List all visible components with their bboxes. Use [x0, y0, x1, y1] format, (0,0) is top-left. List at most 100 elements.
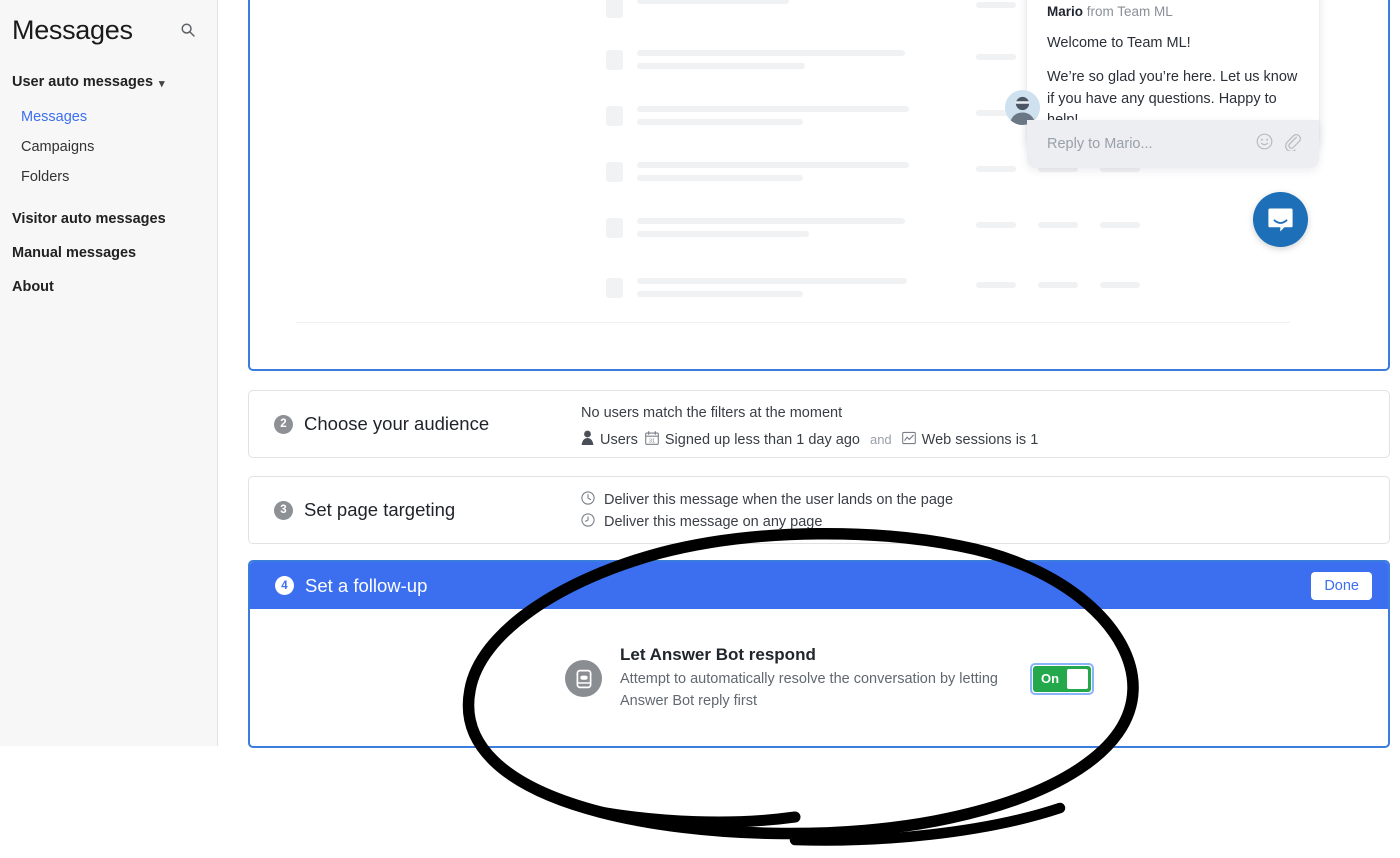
option-description: Attempt to automatically resolve the con…	[620, 671, 998, 709]
mock-meta-cell	[976, 54, 1016, 60]
emoji-smiley-icon[interactable]	[1256, 133, 1273, 155]
step-choose-your-audience[interactable]: 2 Choose your audience No users match th…	[248, 390, 1390, 458]
mock-divider	[296, 322, 1290, 323]
filter-web-sessions[interactable]: Web sessions is 1	[901, 431, 1039, 449]
sidebar-item-label: Campaigns	[21, 139, 95, 156]
mock-line	[637, 0, 789, 4]
search-icon[interactable]	[177, 19, 199, 41]
step-body: Deliver this message when the user lands…	[581, 477, 1389, 535]
mock-avatar	[606, 218, 623, 238]
step-title: Choose your audience	[304, 413, 490, 434]
message-sender-name: Mario	[1047, 4, 1084, 19]
sidebar-item-label: Messages	[21, 109, 88, 126]
message-sender-team: from Team ML	[1083, 4, 1173, 19]
step-row: 3 Set page targeting Deliver this messag…	[249, 477, 1389, 543]
filter-label: Signed up less than 1 day ago	[664, 431, 860, 448]
mock-line	[637, 218, 905, 224]
intercom-chat-launcher-icon[interactable]	[1253, 192, 1308, 247]
composer-icons	[1256, 133, 1301, 156]
step-set-a-follow-up: 4 Set a follow-up Done Let Answer Bot re…	[248, 560, 1390, 748]
mock-line	[637, 162, 909, 168]
clock-alt-icon	[581, 513, 595, 531]
chevron-down-icon: ▾	[159, 77, 165, 90]
mock-line	[637, 278, 907, 284]
mock-line	[637, 291, 803, 297]
answer-bot-icon	[565, 660, 602, 697]
step-label: 2 Choose your audience	[249, 391, 581, 457]
mock-line	[637, 119, 803, 125]
mock-line	[637, 106, 909, 112]
filter-label: Users	[600, 431, 638, 448]
sidebar-item-campaigns[interactable]: Campaigns	[0, 132, 217, 162]
mock-avatar	[606, 0, 623, 18]
sidebar-item-manual-messages[interactable]: Manual messages	[0, 236, 217, 270]
step-label: 3 Set page targeting	[249, 477, 581, 543]
message-paragraph: Welcome to Team ML!	[1047, 35, 1191, 51]
mock-meta-cell	[1038, 282, 1078, 288]
done-button[interactable]: Done	[1311, 571, 1372, 600]
mock-avatar	[606, 162, 623, 182]
mock-meta-cell	[1100, 282, 1140, 288]
calendar-icon: 31	[645, 430, 659, 449]
filter-signup-date[interactable]: 31 Signed up less than 1 day ago	[645, 430, 860, 449]
sidebar-item-label: Folders	[21, 169, 70, 186]
filter-conjunction: and	[869, 432, 892, 447]
sidebar-item-label: Visitor auto messages	[12, 211, 166, 228]
mock-line	[637, 175, 803, 181]
sidebar-group-user-auto-messages[interactable]: User auto messages ▾	[0, 68, 217, 96]
sidebar-item-visitor-auto-messages[interactable]: Visitor auto messages	[0, 202, 217, 236]
sidebar-subnav: Messages Campaigns Folders	[0, 102, 217, 192]
mock-meta-cell	[1100, 222, 1140, 228]
chart-icon	[901, 431, 916, 449]
mock-meta-cell	[976, 282, 1016, 288]
status-badge: 4	[275, 576, 294, 595]
paperclip-icon[interactable]	[1284, 133, 1301, 156]
mock-meta-cell	[976, 222, 1016, 228]
step-row: 2 Choose your audience No users match th…	[249, 391, 1389, 457]
step-title: Set a follow-up	[305, 574, 428, 596]
sidebar-header: Messages	[0, 0, 217, 46]
mock-line	[637, 231, 809, 237]
mock-line	[637, 63, 805, 69]
sidebar-item-folders[interactable]: Folders	[0, 162, 217, 192]
mock-avatar	[606, 106, 623, 126]
mock-line	[637, 50, 905, 56]
step-title: Set page targeting	[304, 499, 456, 520]
message-preview-canvas: Mario from Team ML Welcome to Team ML! W…	[250, 0, 1388, 369]
toggle-knob	[1067, 668, 1088, 689]
audience-match-note: No users match the filters at the moment	[581, 405, 843, 421]
app-root: Messages User auto messages ▾ Messages C…	[0, 0, 1400, 858]
mock-meta-cell	[976, 2, 1016, 8]
option-title: Let Answer Bot respond	[620, 645, 816, 665]
filter-users[interactable]: Users	[581, 430, 638, 449]
reply-input-placeholder[interactable]: Reply to Mario...	[1047, 136, 1153, 152]
filter-label: Web sessions is 1	[921, 431, 1039, 448]
answer-bot-toggle[interactable]: On	[1033, 665, 1091, 692]
targeting-line: Deliver this message on any page	[581, 513, 1389, 531]
step4-header: 4 Set a follow-up Done	[250, 562, 1388, 609]
sidebar-item-label: About	[12, 279, 54, 296]
step4-header-left: 4 Set a follow-up	[275, 575, 427, 597]
mock-meta-cell	[976, 166, 1016, 172]
reply-composer[interactable]: Reply to Mario...	[1027, 120, 1319, 168]
main-content: Mario from Team ML Welcome to Team ML! W…	[218, 0, 1400, 858]
status-badge: 3	[274, 500, 293, 520]
targeting-label: Deliver this message when the user lands…	[604, 492, 954, 508]
sidebar-item-about[interactable]: About	[0, 270, 217, 304]
message-preview-panel: Mario from Team ML Welcome to Team ML! W…	[248, 0, 1390, 371]
sidebar-item-messages[interactable]: Messages	[0, 102, 217, 132]
page-title: Messages	[12, 15, 133, 45]
step4-body: Let Answer Bot respond Attempt to automa…	[250, 609, 1388, 746]
mock-avatar	[606, 278, 623, 298]
answer-bot-toggle-focus-ring: On	[1030, 662, 1094, 695]
step-set-page-targeting[interactable]: 3 Set page targeting Deliver this messag…	[248, 476, 1390, 544]
targeting-label: Deliver this message on any page	[604, 514, 823, 530]
audience-filters: Users 31 Signed up less than 1 day ago a…	[581, 430, 1389, 449]
person-icon	[581, 430, 594, 449]
toggle-state-label: On	[1041, 671, 1060, 686]
sidebar-item-label: Manual messages	[12, 245, 137, 262]
targeting-line: Deliver this message when the user lands…	[581, 491, 1389, 509]
svg-text:31: 31	[649, 438, 655, 444]
mock-avatar	[606, 50, 623, 70]
answer-bot-option: Let Answer Bot respond Attempt to automa…	[620, 645, 1020, 711]
